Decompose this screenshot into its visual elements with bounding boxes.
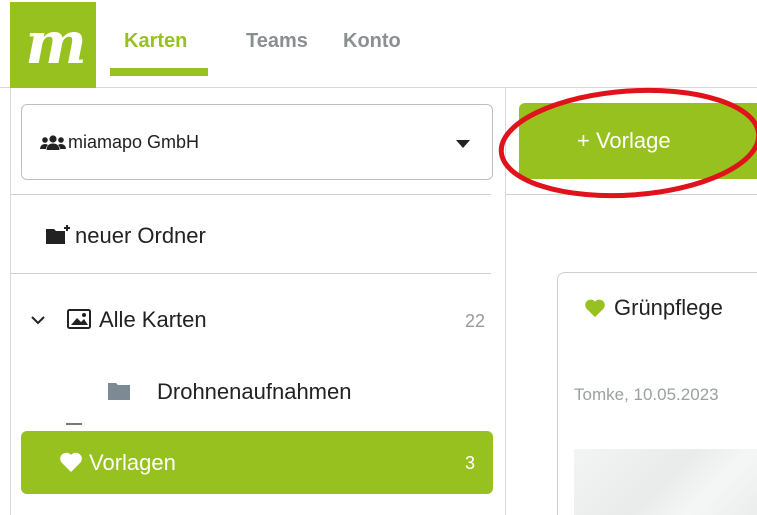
users-icon [40, 135, 66, 156]
team-select[interactable]: miamapo GmbH [21, 104, 493, 180]
sidebar-item-label: Alle Karten [99, 307, 207, 332]
sidebar-item-alle-karten[interactable]: Alle Karten 22 [11, 288, 505, 348]
card-title: Grünpflege [614, 295, 723, 320]
heart-icon[interactable] [584, 299, 606, 323]
active-tab-indicator [110, 68, 208, 76]
sidebar-item-drohnenaufnahmen[interactable]: Drohnenaufnahmen [11, 360, 505, 420]
map-thumbnail[interactable] [574, 449, 757, 515]
sidebar-item-vorlagen[interactable]: Vorlagen 3 [21, 431, 493, 494]
folder-icon [107, 381, 131, 406]
new-folder-button[interactable]: neuer Ordner [11, 206, 505, 266]
sidebar-item-count: 22 [464, 311, 485, 331]
sidebar-item-count: 3 [464, 453, 475, 473]
divider [506, 194, 757, 195]
add-template-button[interactable]: + Vorlage [519, 103, 757, 179]
app-logo[interactable]: m [10, 2, 96, 88]
top-navigation: m Karten Teams Konto [0, 0, 757, 88]
new-folder-label: neuer Ordner [75, 223, 206, 248]
template-card[interactable]: Grünpflege Tomke, 10.05.2023 [557, 272, 757, 515]
tab-teams[interactable]: Teams [246, 30, 308, 53]
tab-karten[interactable]: Karten [124, 30, 187, 53]
heart-icon [59, 452, 83, 478]
card-meta: Tomke, 10.05.2023 [574, 385, 719, 404]
folder-plus-icon [45, 225, 71, 250]
logo-mark: m [25, 9, 86, 77]
team-select-value: miamapo GmbH [68, 132, 200, 152]
sidebar-item-label: Vorlagen [89, 450, 176, 475]
image-icon [67, 309, 91, 334]
tab-konto[interactable]: Konto [343, 30, 401, 53]
add-template-label: + Vorlage [577, 128, 671, 153]
chevron-down-icon[interactable] [31, 312, 45, 330]
divider [11, 194, 491, 195]
sidebar-item-label: Drohnenaufnahmen [157, 379, 352, 404]
divider [11, 273, 491, 274]
sidebar: miamapo GmbH neuer Ordner Alle Karten 22 [10, 88, 506, 515]
chevron-down-icon [456, 140, 470, 148]
next-item-icon [66, 423, 82, 427]
